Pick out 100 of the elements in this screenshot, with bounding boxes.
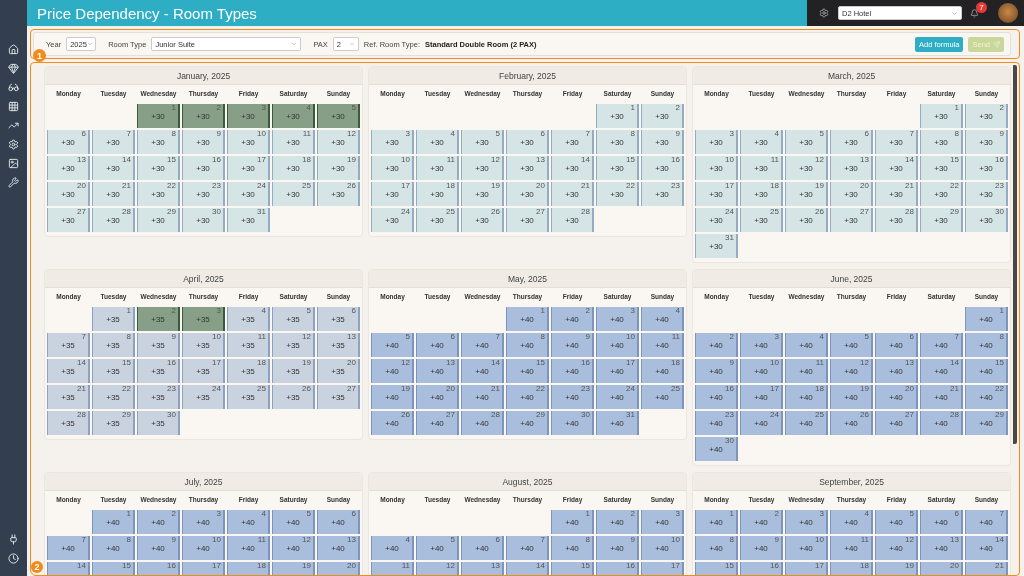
day-cell[interactable]: 8 +30 bbox=[137, 130, 180, 154]
day-cell[interactable]: 26 +30 bbox=[785, 208, 828, 232]
day-cell[interactable]: 11 +40 bbox=[830, 536, 873, 560]
day-cell[interactable]: 21 +40 bbox=[461, 385, 504, 409]
day-cell[interactable]: 24 +30 bbox=[227, 182, 270, 206]
day-cell[interactable]: 3 +40 bbox=[785, 510, 828, 534]
day-cell[interactable]: 1 +40 bbox=[92, 510, 135, 534]
day-cell[interactable]: 16 +30 bbox=[965, 156, 1008, 180]
day-cell[interactable]: 29 +40 bbox=[965, 411, 1008, 435]
day-cell[interactable]: 27 +40 bbox=[416, 411, 459, 435]
day-cell[interactable]: 4 +40 bbox=[830, 510, 873, 534]
day-cell[interactable]: 6 +40 bbox=[920, 510, 963, 534]
day-cell[interactable]: 11 +35 bbox=[227, 333, 270, 357]
day-cell[interactable]: 7 +30 bbox=[92, 130, 135, 154]
day-cell[interactable]: 23 +30 bbox=[641, 182, 684, 206]
day-cell[interactable]: 6 +35 bbox=[317, 307, 360, 331]
day-cell[interactable]: 17 +30 bbox=[371, 182, 414, 206]
day-cell[interactable]: 17 bbox=[785, 562, 828, 575]
day-cell[interactable]: 3 +30 bbox=[695, 130, 738, 154]
day-cell[interactable]: 27 +30 bbox=[830, 208, 873, 232]
day-cell[interactable]: 20 +35 bbox=[317, 359, 360, 383]
day-cell[interactable]: 26 +40 bbox=[371, 411, 414, 435]
day-cell[interactable]: 26 +35 bbox=[272, 385, 315, 409]
day-cell[interactable]: 1 +40 bbox=[506, 307, 549, 331]
day-cell[interactable]: 8 +40 bbox=[92, 536, 135, 560]
day-cell[interactable]: 19 +30 bbox=[317, 156, 360, 180]
day-cell[interactable]: 13 +40 bbox=[920, 536, 963, 560]
day-cell[interactable]: 2 +40 bbox=[551, 307, 594, 331]
day-cell[interactable]: 9 +40 bbox=[740, 536, 783, 560]
day-cell[interactable]: 4 +35 bbox=[227, 307, 270, 331]
day-cell[interactable]: 12 +30 bbox=[317, 130, 360, 154]
day-cell[interactable]: 22 +40 bbox=[965, 385, 1008, 409]
day-cell[interactable]: 3 +40 bbox=[641, 510, 684, 534]
day-cell[interactable]: 3 +40 bbox=[740, 333, 783, 357]
day-cell[interactable]: 5 +35 bbox=[272, 307, 315, 331]
day-cell[interactable]: 18 bbox=[830, 562, 873, 575]
day-cell[interactable]: 7 +40 bbox=[47, 536, 90, 560]
day-cell[interactable]: 4 +30 bbox=[272, 104, 315, 128]
day-cell[interactable]: 25 +40 bbox=[785, 411, 828, 435]
day-cell[interactable]: 13 +35 bbox=[317, 333, 360, 357]
day-cell[interactable]: 17 +40 bbox=[596, 359, 639, 383]
day-cell[interactable]: 21 +35 bbox=[47, 385, 90, 409]
day-cell[interactable]: 25 +30 bbox=[272, 182, 315, 206]
day-cell[interactable]: 10 +40 bbox=[596, 333, 639, 357]
day-cell[interactable]: 30 +40 bbox=[695, 437, 738, 461]
day-cell[interactable]: 12 +30 bbox=[785, 156, 828, 180]
day-cell[interactable]: 22 +35 bbox=[92, 385, 135, 409]
day-cell[interactable]: 21 +30 bbox=[875, 182, 918, 206]
day-cell[interactable]: 11 +40 bbox=[641, 333, 684, 357]
day-cell[interactable]: 28 +30 bbox=[551, 208, 594, 232]
settings-icon[interactable] bbox=[8, 139, 19, 150]
day-cell[interactable]: 11 bbox=[371, 562, 414, 575]
day-cell[interactable]: 27 +35 bbox=[317, 385, 360, 409]
day-cell[interactable]: 15 bbox=[551, 562, 594, 575]
day-cell[interactable]: 10 +40 bbox=[641, 536, 684, 560]
day-cell[interactable]: 8 +40 bbox=[551, 536, 594, 560]
day-cell[interactable]: 19 bbox=[272, 562, 315, 575]
home-icon[interactable] bbox=[8, 44, 19, 55]
day-cell[interactable]: 11 +40 bbox=[227, 536, 270, 560]
day-cell[interactable]: 17 +40 bbox=[740, 385, 783, 409]
day-cell[interactable]: 28 +30 bbox=[92, 208, 135, 232]
day-cell[interactable]: 3 +40 bbox=[182, 510, 225, 534]
day-cell[interactable]: 9 +30 bbox=[641, 130, 684, 154]
day-cell[interactable]: 14 +40 bbox=[965, 536, 1008, 560]
gem-icon[interactable] bbox=[8, 63, 19, 74]
day-cell[interactable]: 16 +30 bbox=[641, 156, 684, 180]
day-cell[interactable]: 15 +40 bbox=[965, 359, 1008, 383]
day-cell[interactable]: 1 +30 bbox=[920, 104, 963, 128]
day-cell[interactable]: 19 +30 bbox=[785, 182, 828, 206]
day-cell[interactable]: 7 +30 bbox=[551, 130, 594, 154]
day-cell[interactable]: 18 +30 bbox=[272, 156, 315, 180]
day-cell[interactable]: 18 +35 bbox=[227, 359, 270, 383]
day-cell[interactable]: 9 +35 bbox=[137, 333, 180, 357]
day-cell[interactable]: 14 bbox=[47, 562, 90, 575]
day-cell[interactable]: 6 +40 bbox=[875, 333, 918, 357]
avatar[interactable] bbox=[998, 3, 1018, 23]
day-cell[interactable]: 8 +40 bbox=[695, 536, 738, 560]
day-cell[interactable]: 26 +30 bbox=[317, 182, 360, 206]
day-cell[interactable]: 18 +40 bbox=[785, 385, 828, 409]
day-cell[interactable]: 28 +30 bbox=[875, 208, 918, 232]
day-cell[interactable]: 31 +40 bbox=[596, 411, 639, 435]
day-cell[interactable]: 14 +30 bbox=[875, 156, 918, 180]
day-cell[interactable]: 11 +30 bbox=[272, 130, 315, 154]
day-cell[interactable]: 11 +30 bbox=[416, 156, 459, 180]
day-cell[interactable]: 20 +30 bbox=[506, 182, 549, 206]
day-cell[interactable]: 18 +30 bbox=[740, 182, 783, 206]
day-cell[interactable]: 19 bbox=[875, 562, 918, 575]
day-cell[interactable]: 2 +35 bbox=[137, 307, 180, 331]
day-cell[interactable]: 22 +40 bbox=[506, 385, 549, 409]
day-cell[interactable]: 23 +30 bbox=[965, 182, 1008, 206]
day-cell[interactable]: 21 +30 bbox=[551, 182, 594, 206]
day-cell[interactable]: 1 +30 bbox=[137, 104, 180, 128]
day-cell[interactable]: 26 +40 bbox=[830, 411, 873, 435]
day-cell[interactable]: 16 +35 bbox=[137, 359, 180, 383]
day-cell[interactable]: 18 bbox=[227, 562, 270, 575]
day-cell[interactable]: 2 +30 bbox=[641, 104, 684, 128]
day-cell[interactable]: 8 +35 bbox=[92, 333, 135, 357]
glasses-icon[interactable] bbox=[8, 82, 19, 93]
day-cell[interactable]: 1 +35 bbox=[92, 307, 135, 331]
day-cell[interactable]: 5 +30 bbox=[785, 130, 828, 154]
